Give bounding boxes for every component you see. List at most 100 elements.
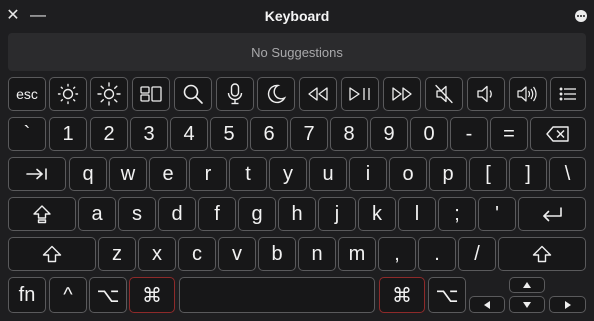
key-p[interactable]: p <box>429 157 467 191</box>
key-3[interactable]: 3 <box>130 117 168 151</box>
mission-control-icon <box>140 86 162 102</box>
key-g[interactable]: g <box>238 197 276 231</box>
key-y[interactable]: y <box>269 157 307 191</box>
key-label: = <box>503 122 515 145</box>
fast-forward-icon <box>392 87 412 101</box>
key-4[interactable]: 4 <box>170 117 208 151</box>
key-label: l <box>414 202 420 225</box>
mute-key[interactable] <box>425 77 463 111</box>
volume-up-key[interactable] <box>509 77 547 111</box>
arrow-up-key[interactable] <box>509 277 545 293</box>
key-s[interactable]: s <box>118 197 156 231</box>
esc-key[interactable]: esc <box>8 77 46 111</box>
key-minus[interactable]: - <box>450 117 488 151</box>
dictation-key[interactable] <box>216 77 254 111</box>
key-v[interactable]: v <box>218 237 256 271</box>
key-n[interactable]: n <box>298 237 336 271</box>
key-label: . <box>434 242 440 265</box>
key-label: \ <box>564 162 571 185</box>
key-b[interactable]: b <box>258 237 296 271</box>
key-f[interactable]: f <box>198 197 236 231</box>
key-h[interactable]: h <box>278 197 316 231</box>
key-left-bracket[interactable]: [ <box>469 157 507 191</box>
key-label: s <box>132 202 142 225</box>
key-2[interactable]: 2 <box>90 117 128 151</box>
shift-left-key[interactable] <box>8 237 96 271</box>
space-bar[interactable] <box>179 277 375 313</box>
delete-key[interactable] <box>530 117 586 151</box>
key-backslash[interactable]: \ <box>549 157 586 191</box>
key-w[interactable]: w <box>109 157 147 191</box>
key-backtick[interactable]: ` <box>8 117 46 151</box>
key-x[interactable]: x <box>138 237 176 271</box>
key-m[interactable]: m <box>338 237 376 271</box>
fn-key[interactable]: fn <box>8 277 46 313</box>
return-key[interactable] <box>518 197 586 231</box>
key-u[interactable]: u <box>309 157 347 191</box>
key-j[interactable]: j <box>318 197 356 231</box>
fast-forward-key[interactable] <box>383 77 421 111</box>
key-k[interactable]: k <box>358 197 396 231</box>
key-l[interactable]: l <box>398 197 436 231</box>
rewind-key[interactable] <box>299 77 337 111</box>
key-e[interactable]: e <box>149 157 187 191</box>
key-period[interactable]: . <box>418 237 456 271</box>
key-r[interactable]: r <box>189 157 227 191</box>
key-label: fn <box>18 283 36 306</box>
command-left-key[interactable]: ⌘ <box>129 277 175 313</box>
key-equals[interactable]: = <box>490 117 528 151</box>
brightness-up-key[interactable] <box>90 77 128 111</box>
more-options-icon[interactable] <box>575 10 587 22</box>
mission-control-key[interactable] <box>132 77 170 111</box>
arrow-left-icon <box>484 300 490 309</box>
control-key[interactable]: ^ <box>49 277 87 313</box>
search-key[interactable] <box>174 77 212 111</box>
arrow-right-icon <box>564 300 571 309</box>
key-label: m <box>348 242 366 265</box>
key-8[interactable]: 8 <box>330 117 368 151</box>
shift-right-key[interactable] <box>498 237 586 271</box>
key-c[interactable]: c <box>178 237 216 271</box>
key-i[interactable]: i <box>349 157 387 191</box>
key-0[interactable]: 0 <box>410 117 448 151</box>
title-bar: ✕ — Keyboard <box>0 0 594 32</box>
command-right-key[interactable]: ⌘ <box>379 277 425 313</box>
arrow-down-key[interactable] <box>509 296 545 313</box>
key-d[interactable]: d <box>158 197 196 231</box>
menu-key[interactable] <box>550 77 586 111</box>
key-o[interactable]: o <box>389 157 427 191</box>
option-right-key[interactable]: ⌥ <box>428 277 466 313</box>
key-z[interactable]: z <box>98 237 136 271</box>
play-pause-key[interactable] <box>341 77 379 111</box>
arrow-right-key[interactable] <box>549 296 586 313</box>
tab-key[interactable] <box>8 157 66 191</box>
key-t[interactable]: t <box>229 157 267 191</box>
key-6[interactable]: 6 <box>250 117 288 151</box>
key-a[interactable]: a <box>78 197 116 231</box>
key-5[interactable]: 5 <box>210 117 248 151</box>
key-label: 9 <box>383 122 395 145</box>
key-label: 0 <box>423 122 435 145</box>
brightness-down-key[interactable] <box>49 77 87 111</box>
caps-lock-key[interactable] <box>8 197 76 231</box>
option-left-key[interactable]: ⌥ <box>89 277 127 313</box>
key-right-bracket[interactable]: ] <box>509 157 547 191</box>
do-not-disturb-key[interactable] <box>257 77 295 111</box>
key-label: ⌘ <box>142 284 162 307</box>
brightness-low-icon <box>57 83 79 105</box>
arrow-up-icon <box>523 282 531 288</box>
key-7[interactable]: 7 <box>290 117 328 151</box>
key-label: 4 <box>183 122 195 145</box>
arrow-left-key[interactable] <box>469 296 505 313</box>
volume-down-key[interactable] <box>467 77 505 111</box>
volume-down-icon <box>477 85 492 103</box>
key-semicolon[interactable]: ; <box>438 197 476 231</box>
key-label: b <box>271 242 283 265</box>
key-label: 6 <box>263 122 275 145</box>
key-9[interactable]: 9 <box>370 117 408 151</box>
key-quote[interactable]: ' <box>478 197 516 231</box>
key-comma[interactable]: , <box>378 237 416 271</box>
key-slash[interactable]: / <box>458 237 496 271</box>
key-q[interactable]: q <box>69 157 107 191</box>
key-1[interactable]: 1 <box>49 117 87 151</box>
